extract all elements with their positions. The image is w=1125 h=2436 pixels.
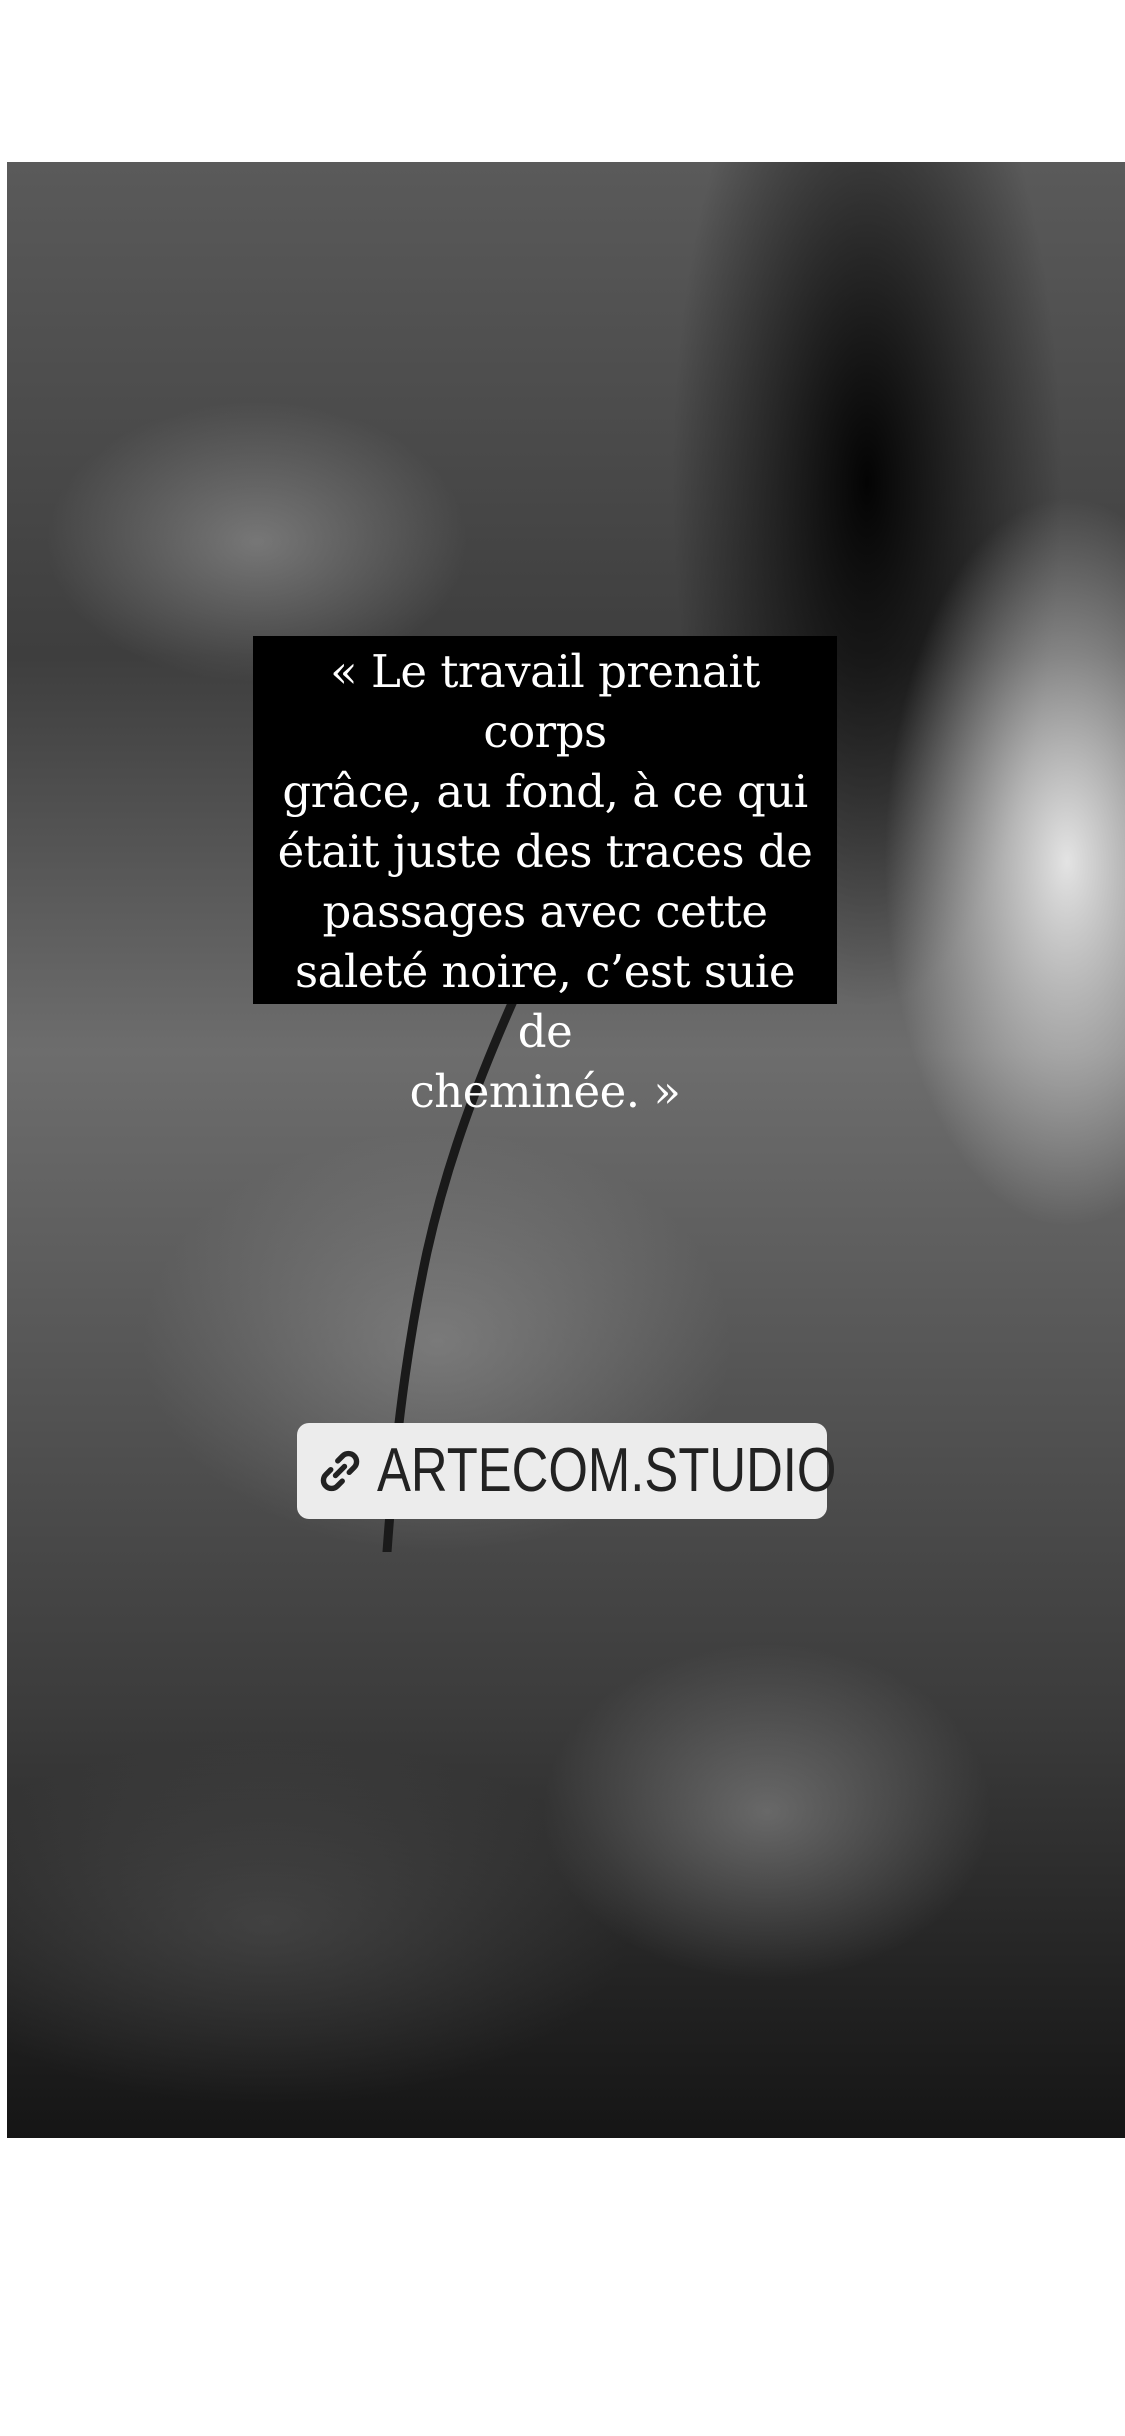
background-photo — [7, 162, 1125, 2138]
link-icon — [320, 1450, 360, 1492]
quote-line: cheminée. » — [409, 1065, 681, 1118]
quote-line: « Le travail prenait corps — [330, 645, 760, 758]
story-page: « Le travail prenait corps grâce, au fon… — [0, 0, 1125, 2436]
quote-caption: « Le travail prenait corps grâce, au fon… — [253, 636, 837, 1118]
quote-text: « Le travail prenait corps grâce, au fon… — [263, 642, 827, 1122]
quote-line: saleté noire, c’est suie de — [295, 945, 795, 1058]
link-label: ARTECOM.STUDIO — [377, 1436, 837, 1505]
quote-line: passages avec cette — [322, 885, 768, 938]
link-sticker[interactable]: ARTECOM.STUDIO — [297, 1423, 836, 1519]
quote-line: était juste des traces de — [277, 825, 813, 878]
quote-line: grâce, au fond, à ce qui — [282, 765, 808, 818]
